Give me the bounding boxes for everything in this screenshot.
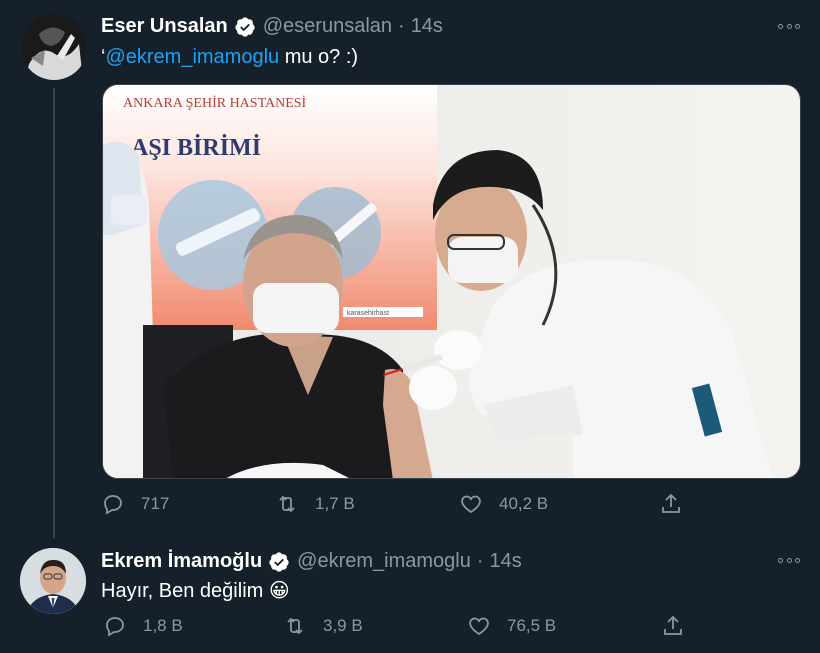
separator-dot: · (476, 550, 484, 572)
reply-icon (106, 617, 124, 637)
verified-badge-icon (269, 551, 289, 572)
share-icon (664, 615, 682, 635)
like-count: 76,5 B (507, 616, 557, 635)
like-button[interactable]: 40,2 B (459, 492, 548, 516)
like-count: 40,2 B (499, 494, 549, 513)
author-name[interactable]: Ekrem İmamoğlu (101, 550, 262, 573)
retweet-icon (287, 617, 303, 635)
tweet-header: Ekrem İmamoğlu @ekrem_imamoglu · 14s (101, 550, 522, 573)
reply-button[interactable]: 717 (101, 492, 169, 516)
more-options-icon[interactable] (778, 556, 800, 564)
share-button[interactable] (659, 492, 699, 516)
small-url-text: karasehirhast (347, 310, 389, 317)
avatar[interactable] (21, 14, 87, 80)
author-handle[interactable]: @eserunsalan (263, 15, 392, 38)
retweet-button[interactable]: 3,9 B (283, 614, 363, 638)
tweet-text: Hayır, Ben değilim 😀 (101, 578, 290, 603)
tweet-text-body: Hayır, Ben değilim (101, 580, 264, 602)
tweet-ekrem-imamoglu[interactable]: Ekrem İmamoğlu @ekrem_imamoglu · 14s Hay… (0, 540, 820, 653)
share-icon (662, 493, 680, 513)
mention-link[interactable]: @ekrem_imamoglu (105, 46, 279, 68)
retweet-button[interactable]: 1,7 B (275, 492, 355, 516)
verified-badge-icon (235, 16, 255, 37)
author-handle[interactable]: @ekrem_imamoglu (297, 550, 471, 573)
reply-count: 717 (141, 494, 170, 513)
timestamp[interactable]: 14s (411, 15, 443, 38)
grinning-face-emoji: 😀 (268, 580, 290, 602)
heart-icon (469, 617, 489, 636)
reply-count: 1,8 B (143, 616, 183, 635)
tweet-photo[interactable]: ANKARA ŞEHİR HASTANESİ AŞI BİRİMİ karase… (102, 84, 801, 479)
hospital-sign-text: ANKARA ŞEHİR HASTANESİ (123, 95, 307, 111)
more-options-icon[interactable] (778, 22, 800, 30)
avatar-photo-icon (21, 14, 87, 80)
tweet-header: Eser Unsalan @eserunsalan · 14s (101, 15, 443, 38)
author-name[interactable]: Eser Unsalan (101, 15, 228, 38)
tweet-text: ‘@ekrem_imamoglu mu o? :) (101, 46, 358, 69)
timestamp[interactable]: 14s (490, 550, 522, 573)
share-button[interactable] (661, 614, 701, 638)
tweet-text-suffix: mu o? :) (279, 46, 359, 68)
retweet-count: 3,9 B (323, 616, 363, 635)
thread-connector-line (53, 88, 55, 538)
tweet-eser-unsalan[interactable]: Eser Unsalan @eserunsalan · 14s ‘@ekrem_… (0, 0, 820, 540)
reply-button[interactable]: 1,8 B (103, 614, 183, 638)
reply-icon (104, 495, 122, 515)
vaccination-photo: ANKARA ŞEHİR HASTANESİ AŞI BİRİMİ karase… (103, 85, 800, 478)
unit-sign-text: AŞI BİRİMİ (131, 135, 261, 161)
like-button[interactable]: 76,5 B (467, 614, 556, 638)
heart-icon (461, 495, 481, 514)
tweet-actions: 1,8 B 3,9 B 76,5 B (101, 614, 701, 644)
avatar[interactable] (20, 548, 86, 614)
separator-dot: · (398, 15, 405, 37)
retweet-icon (279, 495, 295, 513)
avatar-photo-icon (20, 548, 86, 614)
tweet-actions: 717 1,7 B 40,2 B (101, 492, 701, 522)
retweet-count: 1,7 B (315, 494, 355, 513)
